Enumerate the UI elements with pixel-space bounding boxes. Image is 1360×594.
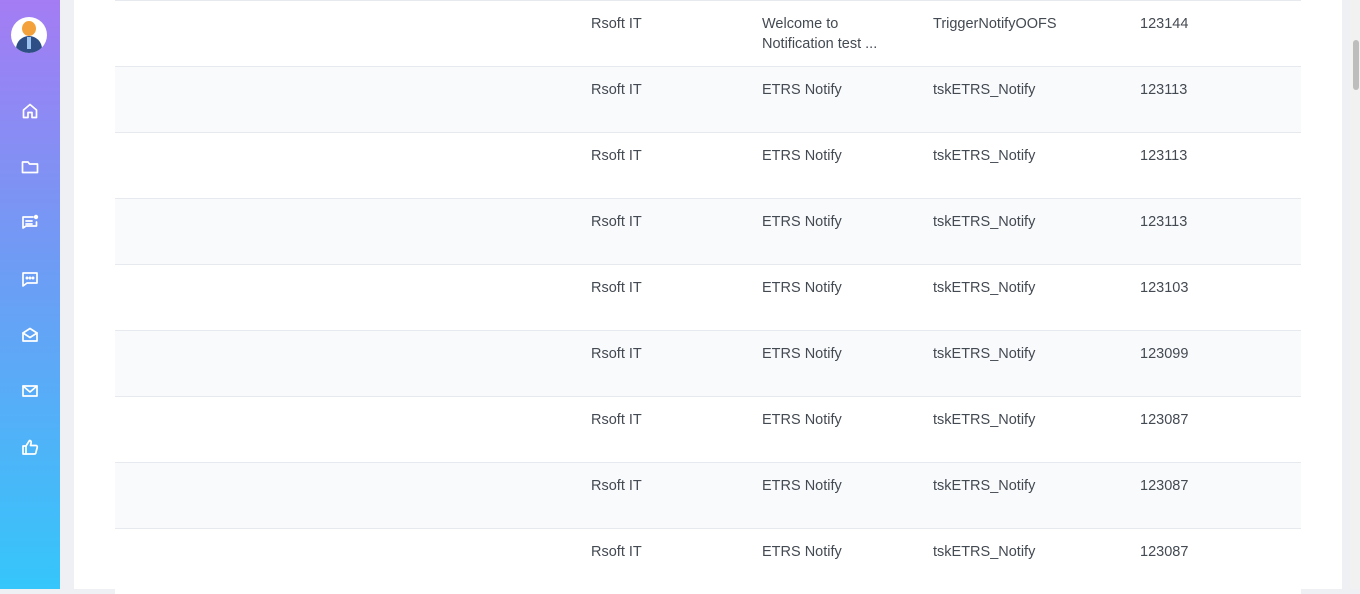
subject-cell: ETRS Notify: [762, 82, 842, 98]
id-cell: 123103: [1140, 280, 1189, 296]
subject-cell: ETRS Notify: [762, 346, 842, 362]
table-row[interactable]: Rsoft IT ETRS Notify tskETRS_Notify 123113: [115, 66, 1301, 132]
sidebar-item-mail[interactable]: [15, 376, 45, 406]
table-row[interactable]: Rsoft IT Welcome to Notification test ...…: [115, 0, 1301, 66]
org-cell: Rsoft IT: [591, 280, 642, 296]
sidebar-item-notifications[interactable]: [15, 208, 45, 238]
org-cell: Rsoft IT: [591, 412, 642, 428]
table-row[interactable]: Rsoft IT ETRS Notify tskETRS_Notify 123087: [115, 396, 1301, 462]
subject-cell: ETRS Notify: [762, 412, 842, 428]
id-cell: 123113: [1140, 148, 1188, 164]
sidebar-item-mail-open[interactable]: [15, 320, 45, 350]
sidebar-item-chat[interactable]: [15, 264, 45, 294]
id-cell: 123144: [1140, 16, 1189, 32]
org-cell: Rsoft IT: [591, 544, 642, 560]
chat-icon: [22, 272, 38, 287]
folder-icon: [21, 161, 39, 174]
org-cell: Rsoft IT: [591, 478, 642, 494]
subject-cell: ETRS Notify: [762, 544, 842, 560]
trigger-cell: tskETRS_Notify: [933, 82, 1036, 98]
org-cell: Rsoft IT: [591, 148, 642, 164]
sidebar: [0, 0, 60, 589]
notifications-icon: [22, 214, 39, 229]
id-cell: 123099: [1140, 346, 1189, 362]
trigger-cell: tskETRS_Notify: [933, 280, 1036, 296]
subject-cell: ETRS Notify: [762, 214, 842, 230]
sidebar-item-home[interactable]: [15, 96, 45, 126]
table-row[interactable]: Rsoft IT ETRS Notify tskETRS_Notify 123113: [115, 132, 1301, 198]
trigger-cell: TriggerNotifyOOFS: [933, 16, 1057, 32]
id-cell: 123087: [1140, 544, 1189, 560]
home-icon: [22, 103, 38, 119]
table-row[interactable]: Rsoft IT ETRS Notify tskETRS_Notify 123113: [115, 198, 1301, 264]
id-cell: 123113: [1140, 214, 1188, 230]
notifications-table: Rsoft IT Welcome to Notification test ...…: [115, 0, 1301, 594]
table-row[interactable]: Rsoft IT ETRS Notify tskETRS_Notify 123087: [115, 462, 1301, 528]
thumbs-up-icon: [22, 439, 39, 455]
subject-cell: ETRS Notify: [762, 148, 842, 164]
org-cell: Rsoft IT: [591, 16, 642, 32]
org-cell: Rsoft IT: [591, 346, 642, 362]
table-row[interactable]: Rsoft IT ETRS Notify tskETRS_Notify 123099: [115, 330, 1301, 396]
org-cell: Rsoft IT: [591, 82, 642, 98]
table-row[interactable]: Rsoft IT ETRS Notify tskETRS_Notify 123087: [115, 528, 1301, 594]
sidebar-item-folder[interactable]: [15, 152, 45, 182]
table-row[interactable]: Rsoft IT ETRS Notify tskETRS_Notify 123103: [115, 264, 1301, 330]
trigger-cell: tskETRS_Notify: [933, 478, 1036, 494]
trigger-cell: tskETRS_Notify: [933, 214, 1036, 230]
sidebar-item-like[interactable]: [15, 432, 45, 462]
id-cell: 123087: [1140, 412, 1189, 428]
trigger-cell: tskETRS_Notify: [933, 346, 1036, 362]
main-content: Rsoft IT Welcome to Notification test ...…: [74, 0, 1342, 594]
scrollbar-thumb[interactable]: [1353, 40, 1359, 90]
mail-icon: [22, 385, 38, 397]
id-cell: 123087: [1140, 478, 1189, 494]
org-cell: Rsoft IT: [591, 214, 642, 230]
mail-open-icon: [22, 327, 38, 342]
subject-cell: Welcome to Notification test ...: [762, 16, 878, 52]
id-cell: 123113: [1140, 82, 1188, 98]
subject-cell: ETRS Notify: [762, 280, 842, 296]
trigger-cell: tskETRS_Notify: [933, 544, 1036, 560]
subject-cell: ETRS Notify: [762, 478, 842, 494]
trigger-cell: tskETRS_Notify: [933, 412, 1036, 428]
trigger-cell: tskETRS_Notify: [933, 148, 1036, 164]
user-avatar[interactable]: [11, 17, 47, 53]
